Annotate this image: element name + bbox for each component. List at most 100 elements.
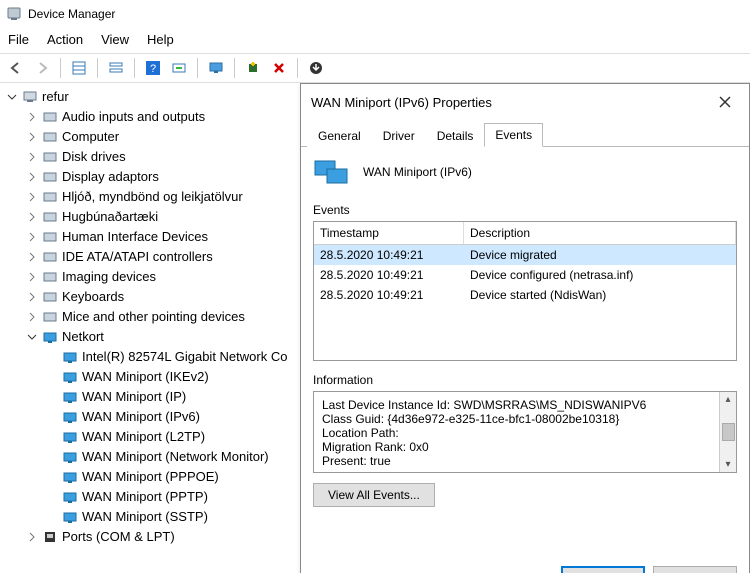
window-title: Device Manager [28, 7, 115, 21]
info-scrollbar[interactable]: ▴ ▾ [719, 392, 736, 472]
information-line: Migration Rank: 0x0 [322, 440, 728, 454]
expand-icon[interactable] [26, 251, 38, 263]
device-category-icon [42, 249, 58, 265]
information-label: Information [313, 373, 737, 387]
tree-subitem-label: WAN Miniport (IP) [82, 387, 186, 407]
expand-icon[interactable] [26, 291, 38, 303]
expand-icon[interactable] [26, 171, 38, 183]
menu-view[interactable]: View [101, 32, 129, 47]
spacer [46, 431, 58, 443]
expand-icon[interactable] [26, 111, 38, 123]
network-adapter-icon [62, 509, 78, 525]
network-adapter-icon [62, 429, 78, 445]
event-row[interactable]: 28.5.2020 10:49:21Device configured (net… [314, 265, 736, 285]
list-icon[interactable] [104, 56, 128, 80]
tree-root-label: refur [42, 87, 69, 107]
network-adapter-icon [62, 369, 78, 385]
device-category-icon [42, 229, 58, 245]
back-icon[interactable] [4, 56, 28, 80]
scroll-down-icon[interactable]: ▾ [725, 457, 730, 472]
delete-icon[interactable] [267, 56, 291, 80]
device-category-icon [42, 129, 58, 145]
scroll-thumb[interactable] [722, 423, 735, 441]
device-category-icon [42, 189, 58, 205]
monitor-icon[interactable] [204, 56, 228, 80]
tree-subitem-label: WAN Miniport (IPv6) [82, 407, 200, 427]
help-icon[interactable]: ? [141, 56, 165, 80]
events-table[interactable]: Timestamp Description 28.5.2020 10:49:21… [313, 221, 737, 361]
expand-icon[interactable] [26, 211, 38, 223]
spacer [46, 451, 58, 463]
expand-icon[interactable] [26, 311, 38, 323]
event-description: Device started (NdisWan) [464, 287, 736, 303]
information-box[interactable]: Last Device Instance Id: SWD\MSRRAS\MS_N… [313, 391, 737, 473]
tree-item-label: Netkort [62, 327, 104, 347]
tab-driver[interactable]: Driver [372, 124, 426, 147]
tree-item-label: Display adaptors [62, 167, 159, 187]
main-area: refur Audio inputs and outputsComputerDi… [0, 83, 750, 573]
tree-subitem-label: WAN Miniport (PPTP) [82, 487, 208, 507]
ok-button[interactable]: OK [561, 566, 645, 573]
expand-icon[interactable] [26, 191, 38, 203]
tab-details[interactable]: Details [426, 124, 485, 147]
expand-icon[interactable] [26, 131, 38, 143]
device-category-icon [42, 169, 58, 185]
network-adapter-icon [313, 157, 353, 187]
tree-subitem-label: Intel(R) 82574L Gigabit Network Co [82, 347, 287, 367]
menu-file[interactable]: File [8, 32, 29, 47]
add-device-icon[interactable] [241, 56, 265, 80]
spacer [46, 371, 58, 383]
events-section-label: Events [313, 203, 737, 217]
tab-general[interactable]: General [307, 124, 372, 147]
device-category-icon [42, 329, 58, 345]
collapse-icon[interactable] [26, 331, 38, 343]
app-icon [6, 6, 22, 22]
device-name: WAN Miniport (IPv6) [363, 165, 472, 179]
close-icon[interactable] [711, 92, 739, 112]
forward-icon[interactable] [30, 56, 54, 80]
network-adapter-icon [62, 409, 78, 425]
information-line: Class Guid: {4d36e972-e325-11ce-bfc1-080… [322, 412, 728, 426]
event-row[interactable]: 28.5.2020 10:49:21Device migrated [314, 245, 736, 265]
tab-events[interactable]: Events [484, 123, 543, 147]
menu-action[interactable]: Action [47, 32, 83, 47]
tree-item-label: Hljóð, myndbönd og leikjatölvur [62, 187, 243, 207]
tree-subitem-label: WAN Miniport (PPPOE) [82, 467, 219, 487]
device-category-icon [42, 149, 58, 165]
svg-text:?: ? [150, 63, 156, 75]
expand-icon[interactable] [26, 271, 38, 283]
expand-icon[interactable] [26, 531, 38, 543]
menu-help[interactable]: Help [147, 32, 174, 47]
device-category-icon [42, 269, 58, 285]
tabstrip: General Driver Details Events [301, 122, 749, 147]
information-line: Present: true [322, 454, 728, 468]
view-all-events-button[interactable]: View All Events... [313, 483, 435, 507]
tree-item-label: Hugbúnaðartæki [62, 207, 158, 227]
tree-item-label: Human Interface Devices [62, 227, 208, 247]
cancel-button[interactable]: Cancel [653, 566, 737, 573]
information-line: Last Device Instance Id: SWD\MSRRAS\MS_N… [322, 398, 728, 412]
event-row[interactable]: 28.5.2020 10:49:21Device started (NdisWa… [314, 285, 736, 305]
event-description: Device migrated [464, 247, 736, 263]
device-category-icon [42, 529, 58, 545]
computer-icon [22, 89, 38, 105]
properties-dialog: WAN Miniport (IPv6) Properties General D… [300, 83, 750, 573]
tree-item-label: Imaging devices [62, 267, 156, 287]
menubar: File Action View Help [0, 28, 750, 53]
scroll-up-icon[interactable]: ▴ [725, 392, 730, 407]
tree-subitem-label: WAN Miniport (SSTP) [82, 507, 208, 527]
event-timestamp: 28.5.2020 10:49:21 [314, 247, 464, 263]
details-view-icon[interactable] [67, 56, 91, 80]
install-icon[interactable] [304, 56, 328, 80]
col-timestamp[interactable]: Timestamp [314, 222, 464, 244]
expand-icon[interactable] [26, 151, 38, 163]
spacer [46, 511, 58, 523]
expand-icon[interactable] [26, 231, 38, 243]
spacer [46, 411, 58, 423]
device-category-icon [42, 109, 58, 125]
network-adapter-icon [62, 489, 78, 505]
device-category-icon [42, 309, 58, 325]
scan-icon[interactable] [167, 56, 191, 80]
col-description[interactable]: Description [464, 222, 736, 244]
collapse-icon[interactable] [6, 91, 18, 103]
